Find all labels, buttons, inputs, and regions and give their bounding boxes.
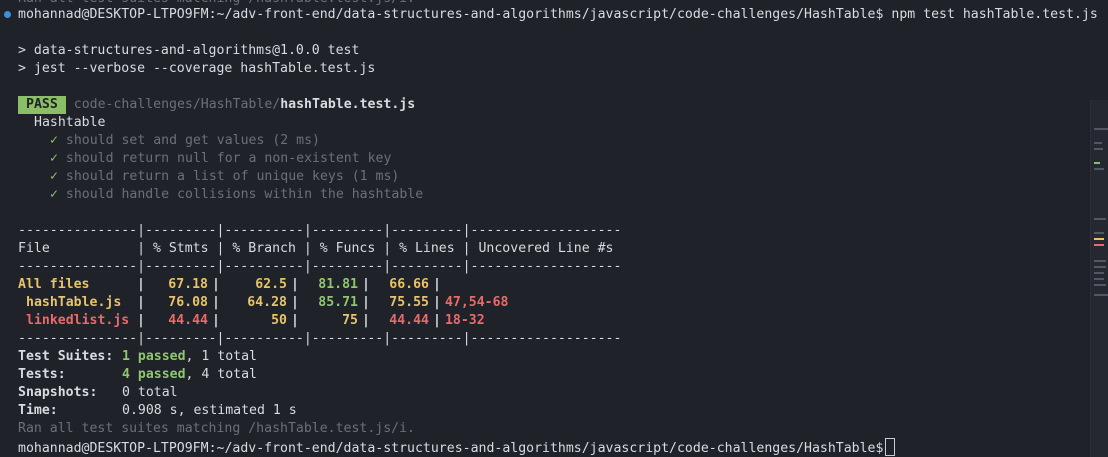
check-icon: ✓: [50, 133, 58, 148]
summary-passed: 1 passed: [122, 349, 186, 364]
coverage-uncovered: 47,54-68: [444, 295, 509, 310]
summary-value: 0 total: [122, 385, 178, 400]
coverage-stmts: 44.44: [168, 313, 208, 328]
coverage-separator: ---------------|---------|----------|---…: [18, 223, 622, 238]
test-case: ✓ should return a list of unique keys (1…: [50, 168, 399, 186]
summary-label: Test Suites:: [18, 349, 114, 364]
pass-badge: PASS: [18, 96, 66, 114]
minimap-line: [1094, 238, 1104, 240]
summary-time: Time: 0.908 s, estimated 1 s: [18, 402, 297, 420]
check-icon: ✓: [50, 151, 58, 166]
minimap-line: [1094, 168, 1104, 170]
coverage-branch: 64.28: [247, 295, 287, 310]
minimap-line: [1094, 260, 1106, 262]
test-case: ✓ should handle collisions within the ha…: [50, 186, 423, 204]
minimap-line: [1094, 162, 1100, 164]
coverage-stmts: 76.08: [168, 295, 208, 310]
minimap-line: [1094, 244, 1104, 246]
coverage-lines: 66.66: [389, 277, 429, 292]
coverage-stmts: 67.18: [168, 277, 208, 292]
summary-value: 0.908 s, estimated 1 s: [122, 403, 297, 418]
minimap-line: [1094, 266, 1106, 268]
coverage-file: hashTable.js: [26, 295, 122, 310]
terminal-cursor[interactable]: [885, 438, 896, 456]
summary-label: Time:: [18, 403, 58, 418]
coverage-branch: 50: [271, 313, 287, 328]
minimap-line: [1094, 142, 1102, 144]
prompt-symbol: $: [875, 441, 884, 456]
test-path-file: hashTable.test.js: [280, 97, 416, 112]
terminal-minimap[interactable]: [1090, 100, 1108, 457]
coverage-file: All files: [18, 277, 90, 292]
minimap-line: [1094, 148, 1103, 150]
npm-script-line: > data-structures-and-algorithms@1.0.0 t…: [18, 43, 360, 58]
prompt-user: mohannad@DESKTOP-LTPO9FM: [18, 441, 209, 456]
minimap-line: [1094, 278, 1104, 280]
summary-tests: Tests: 4 passed, 4 total: [18, 366, 257, 384]
coverage-funcs: 75: [342, 313, 358, 328]
command-text: npm test hashTable.test.js: [883, 7, 1098, 22]
coverage-row-all-files: All files | 67.18 | 62.5 | 81.81 | 66.66 |: [18, 277, 441, 292]
coverage-header: File | % Stmts | % Branch | % Funcs | % …: [18, 241, 622, 256]
coverage-lines: 44.44: [389, 313, 429, 328]
prompt-line: mohannad@DESKTOP-LTPO9FM:~/adv-front-end…: [18, 6, 1098, 24]
summary-label: Tests:: [18, 367, 66, 382]
final-prompt-line: mohannad@DESKTOP-LTPO9FM:~/adv-front-end…: [18, 438, 896, 456]
test-result-line: PASS code-challenges/HashTable/hashTable.…: [18, 96, 415, 114]
test-case-name: should return a list of unique keys: [65, 169, 344, 184]
summary-total: , 4 total: [185, 367, 257, 382]
coverage-branch: 62.5: [255, 277, 287, 292]
coverage-funcs: 81.81: [318, 277, 358, 292]
summary-test-suites: Test Suites: 1 passed, 1 total: [18, 348, 257, 366]
test-case: ✓ should return null for a non-existent …: [50, 150, 391, 168]
coverage-lines: 75.55: [389, 295, 429, 310]
prompt-path: :~/adv-front-end/data-structures-and-alg…: [208, 441, 876, 456]
minimap-line: [1094, 294, 1108, 296]
test-path-dir: code-challenges/HashTable/: [73, 97, 281, 112]
prompt-user: mohannad@DESKTOP-LTPO9FM: [18, 7, 209, 22]
summary-label: Snapshots:: [18, 385, 98, 400]
ran-all-line: Ran all test suites matching /hashTable.…: [18, 421, 415, 436]
test-case: ✓ should set and get values (2 ms): [50, 132, 320, 150]
coverage-file: linkedlist.js: [26, 313, 130, 328]
summary-passed: 4 passed: [122, 367, 186, 382]
summary-snapshots: Snapshots: 0 total: [18, 384, 178, 402]
test-case-time: (2 ms): [264, 133, 320, 148]
test-case-name: should handle collisions within the hash…: [65, 187, 424, 202]
check-icon: ✓: [50, 169, 58, 184]
coverage-row-linkedlist: linkedlist.js | 44.44 | 50 | 75 | 44.44 | 18-32: [18, 312, 485, 330]
prompt-path: :~/adv-front-end/data-structures-and-alg…: [208, 7, 876, 22]
coverage-row-hashtable: hashTable.js | 76.08 | 64.28 | 85.71 | 75.55 | 47,…: [18, 294, 508, 312]
coverage-separator: ---------------|---------|----------|---…: [18, 259, 622, 274]
minimap-line: [1094, 232, 1104, 234]
minimap-line: [1094, 272, 1104, 274]
summary-total: , 1 total: [185, 349, 257, 364]
test-case-time: (1 ms): [343, 169, 400, 184]
test-case-name: should set and get values: [65, 133, 265, 148]
coverage-uncovered: 18-32: [444, 313, 485, 328]
test-case-name: should return null for a non-existent ke…: [65, 151, 392, 166]
minimap-line: [1094, 284, 1106, 286]
minimap-line: [1094, 128, 1108, 130]
command-status-dot-icon[interactable]: [4, 11, 11, 18]
jest-command-line: > jest --verbose --coverage hashTable.te…: [18, 61, 376, 76]
check-icon: ✓: [50, 187, 58, 202]
coverage-separator: ---------------|---------|----------|---…: [18, 331, 622, 346]
minimap-line: [1094, 218, 1106, 220]
coverage-funcs: 85.71: [318, 295, 358, 310]
terminal-window[interactable]: Ran all test suites matching /hashTable.…: [0, 0, 1108, 457]
suite-name: Hashtable: [34, 115, 106, 130]
